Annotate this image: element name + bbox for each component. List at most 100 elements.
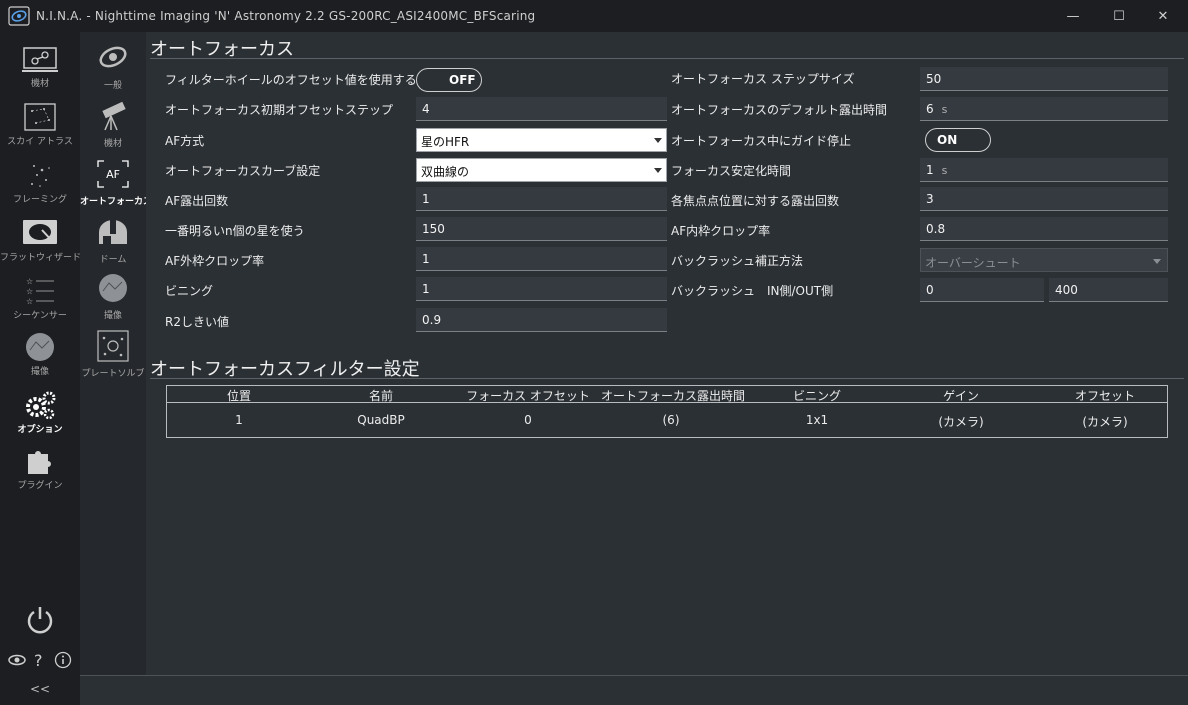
subnav-label-plate-solve: プレートソルブ	[81, 369, 145, 379]
nav-label-equipment: 機材	[30, 79, 49, 89]
exposures-per-point-input[interactable]: 1	[416, 187, 667, 211]
use-brightest-n-label: 一番明るいn個の星を使う	[165, 224, 305, 238]
autofocus-icon-text: AF	[106, 168, 120, 181]
nav-imaging[interactable]: 撮像	[0, 326, 80, 384]
disable-guiding-toggle[interactable]: ON	[925, 128, 991, 152]
nav-label-imaging: 撮像	[30, 367, 49, 377]
exposures-per-focus-point-input[interactable]: 3	[920, 187, 1168, 211]
options-sub-navigation: 一般 機材 AF オートフォーカス ドーム 撮像 プレートソルブ	[80, 32, 153, 675]
sequencer-icon: ☆ ☆ ☆	[26, 277, 54, 306]
help-icon[interactable]: ?	[33, 651, 47, 669]
window-title: N.I.N.A. - Nighttime Imaging 'N' Astrono…	[36, 9, 536, 23]
cell-gain: (カメラ)	[938, 415, 984, 429]
settle-time-value: 1	[926, 163, 934, 177]
cell-binning: 1x1	[805, 413, 829, 427]
svg-text:☆: ☆	[26, 277, 33, 286]
maximize-button[interactable]: ☐	[1096, 0, 1142, 32]
nav-label-options: オプション	[17, 425, 63, 435]
info-icon[interactable]	[54, 651, 72, 669]
exposures-per-point-label: AF露出回数	[165, 194, 229, 208]
chevron-down-icon	[1153, 259, 1161, 264]
curve-fitting-label: オートフォーカスカーブ設定	[165, 164, 321, 178]
r2-threshold-label: R2しきい値	[165, 315, 229, 329]
curve-fitting-select[interactable]: 双曲線の	[416, 158, 667, 182]
autofocus-icon: AF	[97, 160, 129, 188]
cell-focus-offset: 0	[524, 413, 532, 427]
nav-options[interactable]: オプション	[0, 384, 80, 442]
exposures-per-focus-point-label: 各焦点点位置に対する露出回数	[671, 194, 840, 208]
cell-offset: (カメラ)	[1082, 415, 1128, 429]
subnav-label-autofocus: オートフォーカス	[80, 197, 153, 207]
step-size-label: オートフォーカス ステップサイズ	[671, 72, 855, 86]
subnav-plate-solve[interactable]: プレートソルブ	[80, 326, 146, 384]
chevron-down-icon	[654, 168, 662, 173]
outer-crop-label: AF外枠クロップ率	[165, 254, 265, 268]
plugin-puzzle-icon	[28, 451, 51, 474]
chevron-down-icon	[654, 138, 662, 143]
column-header-name: 名前	[368, 389, 393, 403]
initial-offset-steps-input[interactable]: 4	[416, 97, 667, 121]
cell-position: 1	[235, 413, 243, 427]
inner-crop-input[interactable]: 0.8	[920, 217, 1168, 241]
nav-framing[interactable]: フレーミング	[0, 154, 80, 212]
column-header-position: 位置	[226, 389, 251, 403]
use-filter-offsets-label: フィルターホイールのオフセット値を使用する。	[165, 73, 429, 87]
nav-label-sky-atlas: スカイ アトラス	[7, 137, 73, 147]
disable-guiding-state: ON	[937, 133, 958, 147]
cell-af-exposure: (6)	[662, 413, 680, 427]
curve-fitting-value: 双曲線の	[421, 165, 470, 179]
collapse-nav-button[interactable]: <<	[0, 682, 80, 696]
nav-label-flat-wizard: フラットウィザード	[0, 253, 82, 263]
svg-text:?: ?	[34, 651, 43, 669]
column-header-gain: ゲイン	[943, 389, 979, 403]
nav-flat-wizard[interactable]: フラットウィザード	[0, 212, 82, 270]
section-divider	[150, 378, 1184, 379]
subnav-general[interactable]: 一般	[80, 38, 146, 96]
svg-text:☆: ☆	[26, 297, 33, 306]
imaging-icon	[26, 333, 54, 361]
settle-time-unit: s	[941, 164, 948, 177]
outer-crop-input[interactable]: 1	[416, 247, 667, 271]
nav-sky-atlas[interactable]: スカイ アトラス	[0, 96, 80, 154]
backlash-method-value: オーバーシュート	[925, 256, 1021, 270]
title-bar: N.I.N.A. - Nighttime Imaging 'N' Astrono…	[0, 0, 1188, 32]
step-size-input[interactable]: 50	[920, 67, 1168, 91]
use-filter-offsets-toggle[interactable]: OFF	[416, 68, 482, 92]
framing-icon	[31, 165, 50, 187]
af-method-label: AF方式	[165, 134, 205, 148]
nav-equipment[interactable]: 機材	[0, 38, 80, 96]
inner-crop-label: AF内枠クロップ率	[671, 224, 771, 238]
nav-sequencer[interactable]: ☆ ☆ ☆ シーケンサー	[0, 270, 80, 328]
subnav-label-dome: ドーム	[99, 255, 127, 265]
nav-plugins[interactable]: プラグイン	[0, 440, 80, 498]
imaging-icon	[99, 274, 127, 302]
minimize-button[interactable]: —	[1050, 0, 1096, 32]
subnav-imaging[interactable]: 撮像	[80, 268, 146, 326]
nina-logo-icon	[8, 6, 30, 26]
backlash-out-input[interactable]: 400	[1049, 278, 1168, 302]
power-icon[interactable]	[24, 604, 56, 636]
binning-input[interactable]: 1	[416, 277, 667, 301]
subnav-equipment[interactable]: 機材	[80, 96, 146, 154]
status-bar	[80, 675, 1188, 705]
use-filter-offsets-state: OFF	[449, 73, 476, 87]
r2-threshold-input[interactable]: 0.9	[416, 308, 667, 332]
close-button[interactable]: ✕	[1140, 0, 1186, 32]
dome-icon	[99, 220, 127, 244]
default-exposure-input[interactable]: 6s	[920, 97, 1168, 121]
subnav-autofocus[interactable]: AF オートフォーカス	[80, 154, 153, 212]
default-exposure-unit: s	[941, 103, 948, 116]
settle-time-input[interactable]: 1s	[920, 158, 1168, 182]
column-header-af-exposure: オートフォーカス露出時間	[601, 389, 746, 403]
subnav-dome[interactable]: ドーム	[80, 212, 146, 270]
equipment-icon	[22, 47, 58, 72]
backlash-method-select: オーバーシュート	[920, 248, 1168, 272]
backlash-label: バックラッシュ IN側/OUT側	[671, 284, 834, 298]
use-brightest-n-input[interactable]: 150	[416, 217, 667, 241]
eye-icon[interactable]	[8, 653, 26, 667]
af-method-select[interactable]: 星のHFR	[416, 128, 667, 152]
initial-offset-steps-label: オートフォーカス初期オフセットステップ	[165, 103, 394, 117]
svg-text:☆: ☆	[26, 287, 33, 296]
backlash-in-input[interactable]: 0	[920, 278, 1044, 302]
subnav-label-general: 一般	[103, 81, 122, 91]
